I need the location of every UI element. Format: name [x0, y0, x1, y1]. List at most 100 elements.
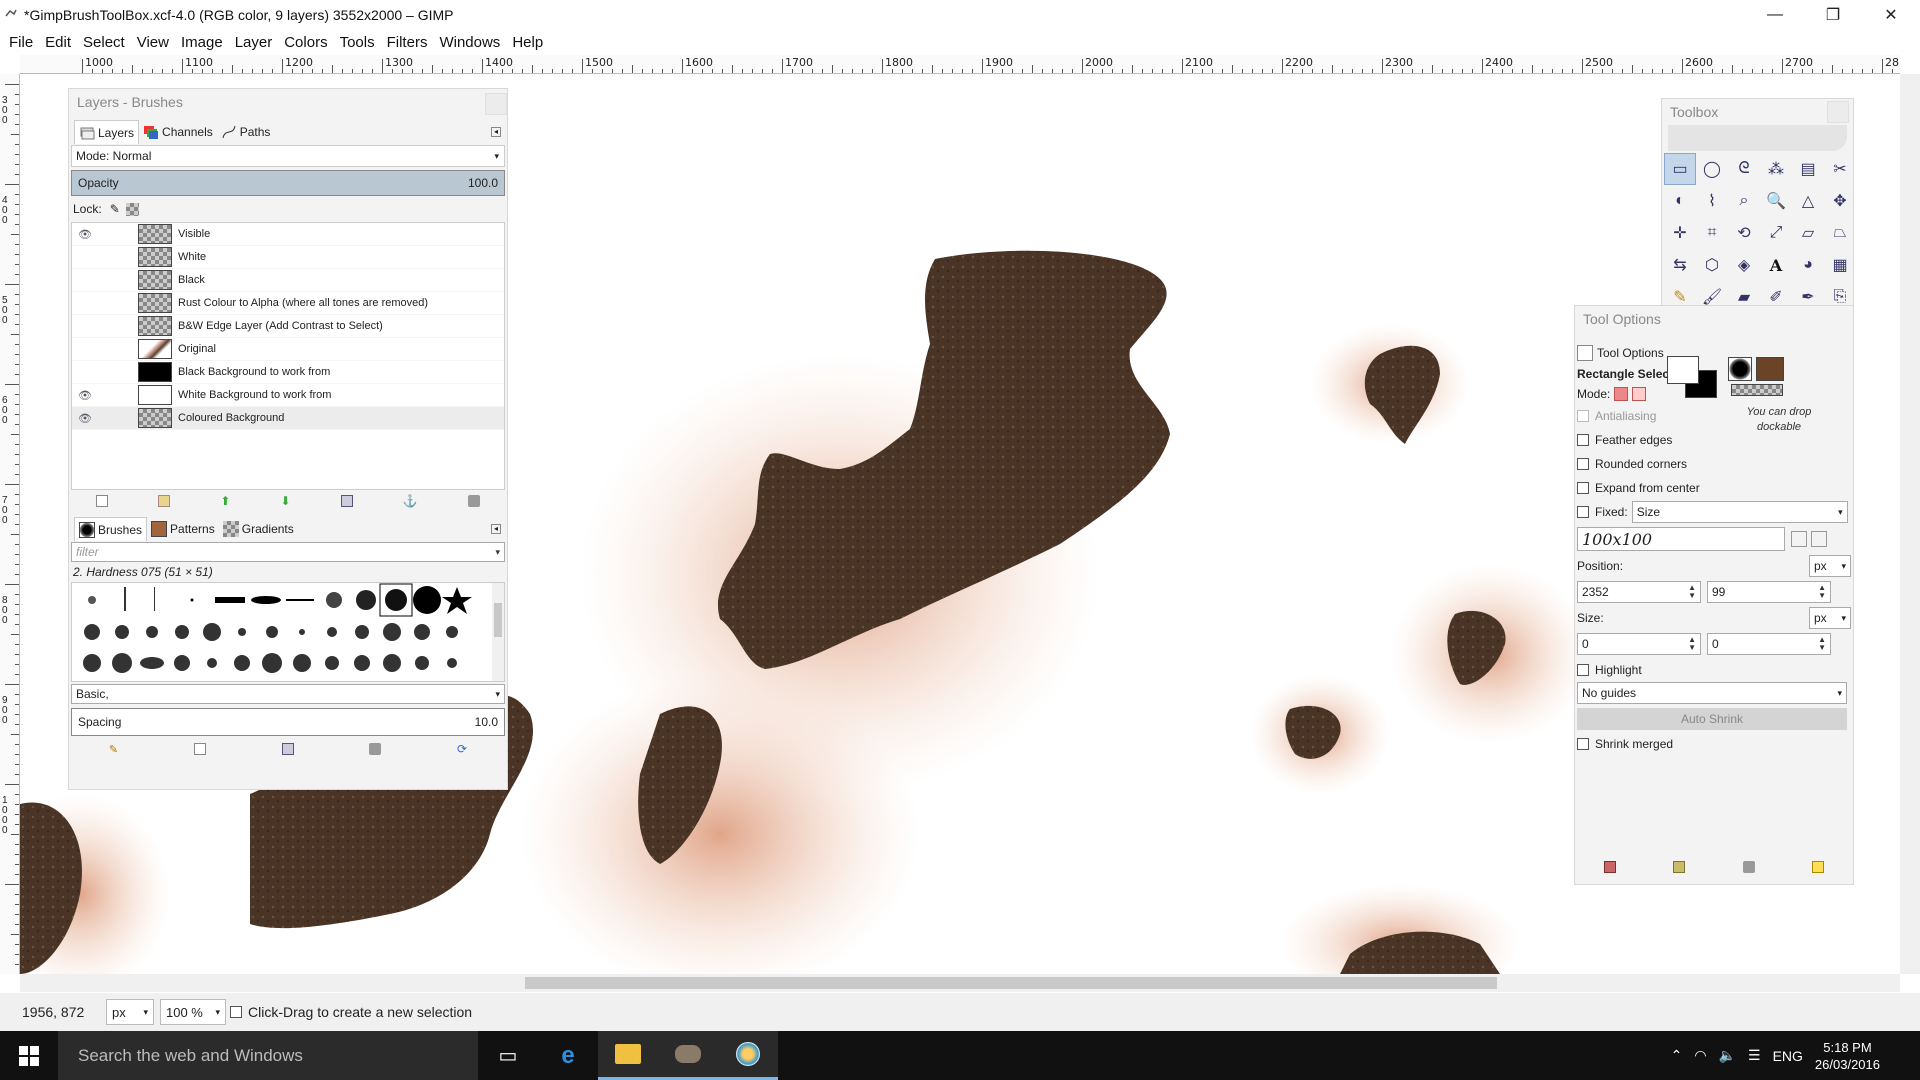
- brush-filter-input[interactable]: filter ▾: [71, 542, 505, 562]
- action-center-icon[interactable]: ☰: [1748, 1047, 1761, 1064]
- layer-row[interactable]: Rust Colour to Alpha (where all tones ar…: [72, 292, 504, 315]
- new-layer-icon[interactable]: [96, 495, 109, 507]
- file-explorer-icon[interactable]: [598, 1031, 658, 1080]
- layer-row[interactable]: Original: [72, 338, 504, 361]
- shear-tool-icon[interactable]: ▱: [1792, 217, 1824, 249]
- foreground-color-swatch[interactable]: [1667, 356, 1699, 384]
- rounded-row[interactable]: Rounded corners: [1577, 452, 1851, 476]
- paint-app-icon[interactable]: [718, 1031, 778, 1080]
- rotate-tool-icon[interactable]: ⟲: [1728, 217, 1760, 249]
- start-button[interactable]: [0, 1031, 58, 1080]
- menu-tools[interactable]: Tools: [340, 34, 375, 51]
- fixed-size-input[interactable]: 100x100: [1577, 527, 1785, 551]
- menu-edit[interactable]: Edit: [45, 34, 71, 51]
- rect-select-tool-icon[interactable]: ▭: [1664, 153, 1696, 185]
- active-brush-preview[interactable]: [1728, 357, 1752, 381]
- crop-tool-icon[interactable]: ⌗: [1696, 217, 1728, 249]
- flip-tool-icon[interactable]: ⇆: [1664, 249, 1696, 281]
- visibility-eye-icon[interactable]: 👁: [72, 228, 98, 241]
- brush-grid[interactable]: [71, 582, 505, 682]
- opacity-slider[interactable]: Opacity 100.0: [71, 170, 505, 196]
- language-indicator[interactable]: ENG: [1773, 1048, 1803, 1064]
- visibility-eye-icon[interactable]: 👁: [72, 412, 98, 425]
- reset-options-icon[interactable]: [1812, 861, 1825, 873]
- raise-layer-icon[interactable]: ⬆: [220, 494, 230, 508]
- cage-transform-tool-icon[interactable]: ⬡: [1696, 249, 1728, 281]
- lock-alpha-icon[interactable]: [125, 202, 139, 216]
- brush-grid-scrollbar[interactable]: [492, 583, 504, 681]
- highlight-checkbox[interactable]: [1577, 664, 1589, 676]
- delete-layer-icon[interactable]: [467, 495, 480, 507]
- menu-view[interactable]: View: [137, 34, 169, 51]
- landscape-icon[interactable]: [1811, 531, 1827, 547]
- menu-layer[interactable]: Layer: [235, 34, 273, 51]
- size-h-input[interactable]: 0 ▲ ▼: [1707, 633, 1831, 655]
- maximize-button[interactable]: ❐: [1804, 0, 1862, 30]
- layers-list[interactable]: 👁 Visible White Black Rust Colour to Alpha (…: [71, 222, 505, 490]
- vertical-scrollbar[interactable]: [1900, 74, 1920, 974]
- unit-select[interactable]: px ▾: [106, 999, 154, 1025]
- expand-row[interactable]: Expand from center: [1577, 476, 1851, 500]
- layer-row[interactable]: 👁 White Background to work from: [72, 384, 504, 407]
- toolbox-close-button[interactable]: [1827, 101, 1849, 123]
- size-unit-select[interactable]: px ▾: [1809, 607, 1851, 629]
- vertical-ruler[interactable]: 3 0 0 4 0 0 5 0 0 6 0 0 7 0 0 8 0 0 9 0 0 1 0 0…: [0, 74, 20, 974]
- position-unit-select[interactable]: px ▾: [1809, 555, 1851, 577]
- size-w-input[interactable]: 0 ▲ ▼: [1577, 633, 1701, 655]
- new-layer-group-icon[interactable]: [158, 495, 171, 507]
- mode-add-icon[interactable]: [1632, 387, 1647, 401]
- layer-row[interactable]: Black: [72, 269, 504, 292]
- gimp-taskbar-icon[interactable]: [658, 1031, 718, 1080]
- rounded-checkbox[interactable]: [1577, 458, 1589, 470]
- minimize-button[interactable]: —: [1746, 0, 1804, 30]
- chevron-up-icon[interactable]: ⌃: [1671, 1047, 1683, 1064]
- edge-browser-icon[interactable]: e: [538, 1031, 598, 1080]
- shrink-merged-row[interactable]: Shrink merged: [1577, 730, 1851, 758]
- clock[interactable]: 5:18 PM 26/03/2016: [1815, 1039, 1880, 1073]
- position-y-input[interactable]: 99 ▲ ▼: [1707, 581, 1831, 603]
- menu-filters[interactable]: Filters: [387, 34, 428, 51]
- horizontal-scrollbar[interactable]: [20, 974, 1900, 992]
- taskbar-search-box[interactable]: Search the web and Windows: [58, 1031, 478, 1080]
- new-brush-icon[interactable]: [193, 743, 206, 755]
- delete-options-icon[interactable]: [1742, 861, 1755, 873]
- dock-close-button[interactable]: [485, 93, 507, 115]
- zoom-tool-icon[interactable]: 🔍: [1760, 185, 1792, 217]
- horizontal-ruler[interactable]: 1000 1100 1200 1300 1400 1500 1600 1700 1800 1900…: [20, 55, 1900, 74]
- shrink-merged-checkbox[interactable]: [1577, 738, 1589, 750]
- portrait-icon[interactable]: [1791, 531, 1807, 547]
- color-picker-tool-icon[interactable]: ⌕: [1728, 185, 1760, 217]
- highlight-row[interactable]: Highlight: [1577, 658, 1851, 682]
- duplicate-layer-icon[interactable]: [340, 495, 353, 507]
- layer-row[interactable]: 👁 Coloured Background: [72, 407, 504, 430]
- layer-row[interactable]: B&W Edge Layer (Add Contrast to Select): [72, 315, 504, 338]
- zoom-select[interactable]: 100 % ▾: [160, 999, 226, 1025]
- restore-options-icon[interactable]: [1673, 861, 1686, 873]
- visibility-eye-icon[interactable]: 👁: [72, 389, 98, 402]
- horizontal-scroll-thumb[interactable]: [525, 977, 1497, 989]
- lock-pixels-icon[interactable]: ✎: [110, 202, 120, 216]
- task-view-icon[interactable]: ▭: [478, 1031, 538, 1080]
- align-tool-icon[interactable]: ✛: [1664, 217, 1696, 249]
- wifi-icon[interactable]: ◠: [1694, 1047, 1706, 1064]
- tab-paths[interactable]: Paths: [217, 120, 275, 144]
- blend-tool-icon[interactable]: ▦: [1824, 249, 1856, 281]
- anchor-layer-icon[interactable]: ⚓: [403, 494, 418, 508]
- foreground-select-tool-icon[interactable]: ◐: [1664, 185, 1696, 217]
- duplicate-brush-icon[interactable]: [281, 743, 294, 755]
- bucket-fill-tool-icon[interactable]: ◕: [1792, 249, 1824, 281]
- move-tool-icon[interactable]: ✥: [1824, 185, 1856, 217]
- mode-replace-icon[interactable]: [1614, 387, 1629, 401]
- menu-colors[interactable]: Colors: [284, 34, 327, 51]
- ellipse-select-tool-icon[interactable]: ◯: [1696, 153, 1728, 185]
- guides-select[interactable]: No guides ▾: [1577, 682, 1847, 704]
- tab-channels[interactable]: Channels: [139, 120, 217, 144]
- tab-menu-icon[interactable]: ◂: [491, 127, 501, 137]
- feather-checkbox[interactable]: [1577, 434, 1589, 446]
- auto-shrink-button[interactable]: Auto Shrink: [1577, 708, 1847, 730]
- unified-transform-tool-icon[interactable]: ◈: [1728, 249, 1760, 281]
- edit-brush-icon[interactable]: ✎: [109, 743, 118, 756]
- menu-file[interactable]: File: [9, 34, 33, 51]
- measure-tool-icon[interactable]: △: [1792, 185, 1824, 217]
- tab-gradients[interactable]: Gradients: [219, 517, 298, 541]
